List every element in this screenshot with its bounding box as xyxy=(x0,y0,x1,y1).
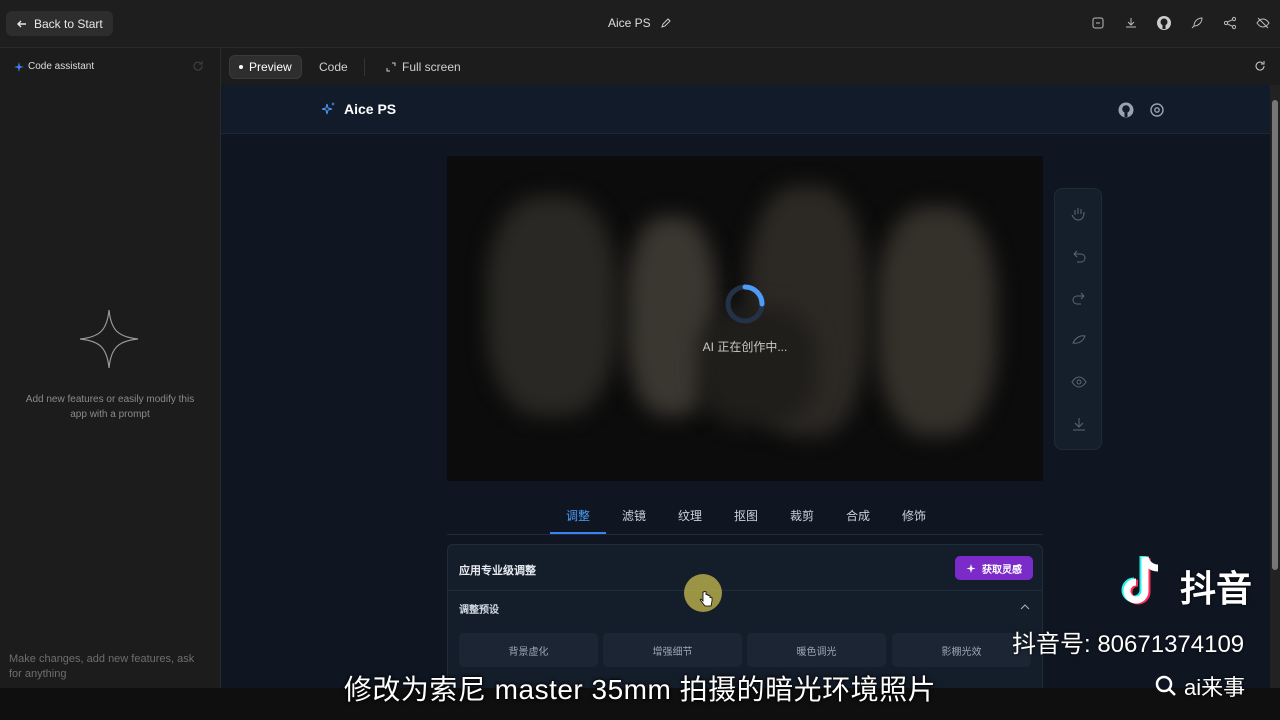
douyin-logo-icon xyxy=(1121,556,1159,605)
fullscreen-label: Full screen xyxy=(402,60,461,74)
gear-icon[interactable] xyxy=(1148,101,1166,119)
editor-tabs: 调整 滤镜 纹理 抠图 裁剪 合成 修饰 xyxy=(447,497,1043,535)
video-subtitle: 修改为索尼 master 35mm 拍摄的暗光环境照片 xyxy=(343,674,937,705)
sparkles-icon xyxy=(966,563,976,573)
tab-composite[interactable]: 合成 xyxy=(846,507,870,524)
tool-palette xyxy=(1054,188,1102,450)
download-icon[interactable] xyxy=(1070,415,1088,433)
sparkle-icon xyxy=(14,61,24,72)
active-dot xyxy=(239,65,243,69)
download-icon[interactable] xyxy=(1122,14,1140,32)
tab-preview[interactable]: Preview xyxy=(229,55,302,79)
fullscreen-button[interactable]: Full screen xyxy=(386,60,461,74)
app-header: Aice PS xyxy=(221,85,1270,134)
preset-button[interactable]: 增强细节 xyxy=(603,633,742,667)
github-icon[interactable] xyxy=(1155,14,1173,32)
tab-filter[interactable]: 滤镜 xyxy=(622,507,646,524)
photo-region xyxy=(487,196,617,416)
platform-name: 抖音 xyxy=(1180,568,1253,609)
undo-icon[interactable] xyxy=(1070,247,1088,265)
panel-title: 应用专业级调整 xyxy=(459,565,536,577)
platform-search: ai来事 xyxy=(1154,670,1245,702)
sparkles-icon xyxy=(321,102,335,115)
active-tab-indicator xyxy=(550,532,606,534)
image-canvas[interactable]: AI 正在创作中... xyxy=(447,156,1043,481)
preset-button[interactable]: 影棚光效 xyxy=(892,633,1031,667)
loading-spinner xyxy=(725,284,765,324)
hand-cursor-icon xyxy=(699,590,713,607)
tab-crop[interactable]: 裁剪 xyxy=(790,507,814,524)
tab-preview-label: Preview xyxy=(249,60,292,74)
reload-icon[interactable] xyxy=(1254,60,1266,72)
app-preview: Aice PS AI 正在创作中... 调整 滤镜 纹理 抠图 裁剪 合成 修饰 xyxy=(221,85,1270,688)
tab-retouch[interactable]: 修饰 xyxy=(902,507,926,524)
view-tab-bar: Preview Code Full screen xyxy=(221,48,1280,85)
expand-icon xyxy=(386,62,396,72)
app-logo: Aice PS xyxy=(320,101,396,117)
preset-button[interactable]: 暖色调光 xyxy=(747,633,886,667)
photo-region xyxy=(877,206,997,436)
platform-id: 抖音号: 80671374109 xyxy=(1012,631,1245,658)
redo-icon[interactable] xyxy=(1070,289,1088,307)
compare-icon[interactable] xyxy=(1070,331,1088,349)
code-assistant-header: Code assistant xyxy=(14,61,94,72)
top-bar: Back to Start Aice PS xyxy=(0,0,1280,48)
app-title[interactable]: Aice PS xyxy=(0,16,1280,30)
tab-adjust[interactable]: 调整 xyxy=(566,507,590,524)
assistant-hint: Add new features or easily modify this a… xyxy=(25,394,195,420)
divider xyxy=(448,590,1042,591)
tab-code[interactable]: Code xyxy=(319,60,348,74)
tab-cutout[interactable]: 抠图 xyxy=(734,507,758,524)
loading-text: AI 正在创作中... xyxy=(702,340,788,354)
get-inspiration-label: 获取灵感 xyxy=(982,564,1022,576)
code-assistant-title: Code assistant xyxy=(28,61,95,72)
refresh-icon[interactable] xyxy=(192,60,204,72)
app-name: Aice PS xyxy=(344,101,397,117)
eye-icon[interactable] xyxy=(1070,373,1088,391)
share-icon[interactable] xyxy=(1221,14,1239,32)
save-icon[interactable] xyxy=(1089,14,1107,32)
code-assistant-sidebar: Code assistant Add new features or easil… xyxy=(0,48,221,688)
scrollbar-thumb[interactable] xyxy=(1272,100,1278,570)
sparkle-icon xyxy=(79,309,139,369)
rocket-icon[interactable] xyxy=(1188,14,1206,32)
adjust-panel: 应用专业级调整 获取灵感 调整预设 背景虚化 增强细节 暖色调光 影棚光效 xyxy=(447,544,1043,688)
app-title-text: Aice PS xyxy=(607,16,651,30)
divider xyxy=(364,58,365,76)
platform-search-text: ai来事 xyxy=(1184,675,1246,700)
tab-texture[interactable]: 纹理 xyxy=(678,507,702,524)
top-actions xyxy=(1089,14,1272,32)
preset-button[interactable]: 背景虚化 xyxy=(459,633,598,667)
chevron-up-icon[interactable] xyxy=(1019,601,1031,613)
hand-icon[interactable] xyxy=(1070,205,1088,223)
search-icon xyxy=(1155,675,1176,696)
hide-icon[interactable] xyxy=(1254,14,1272,32)
preset-section-title[interactable]: 调整预设 xyxy=(459,601,499,616)
get-inspiration-button[interactable]: 获取灵感 xyxy=(955,556,1033,580)
github-icon[interactable] xyxy=(1117,101,1135,119)
pencil-icon[interactable] xyxy=(660,17,672,29)
